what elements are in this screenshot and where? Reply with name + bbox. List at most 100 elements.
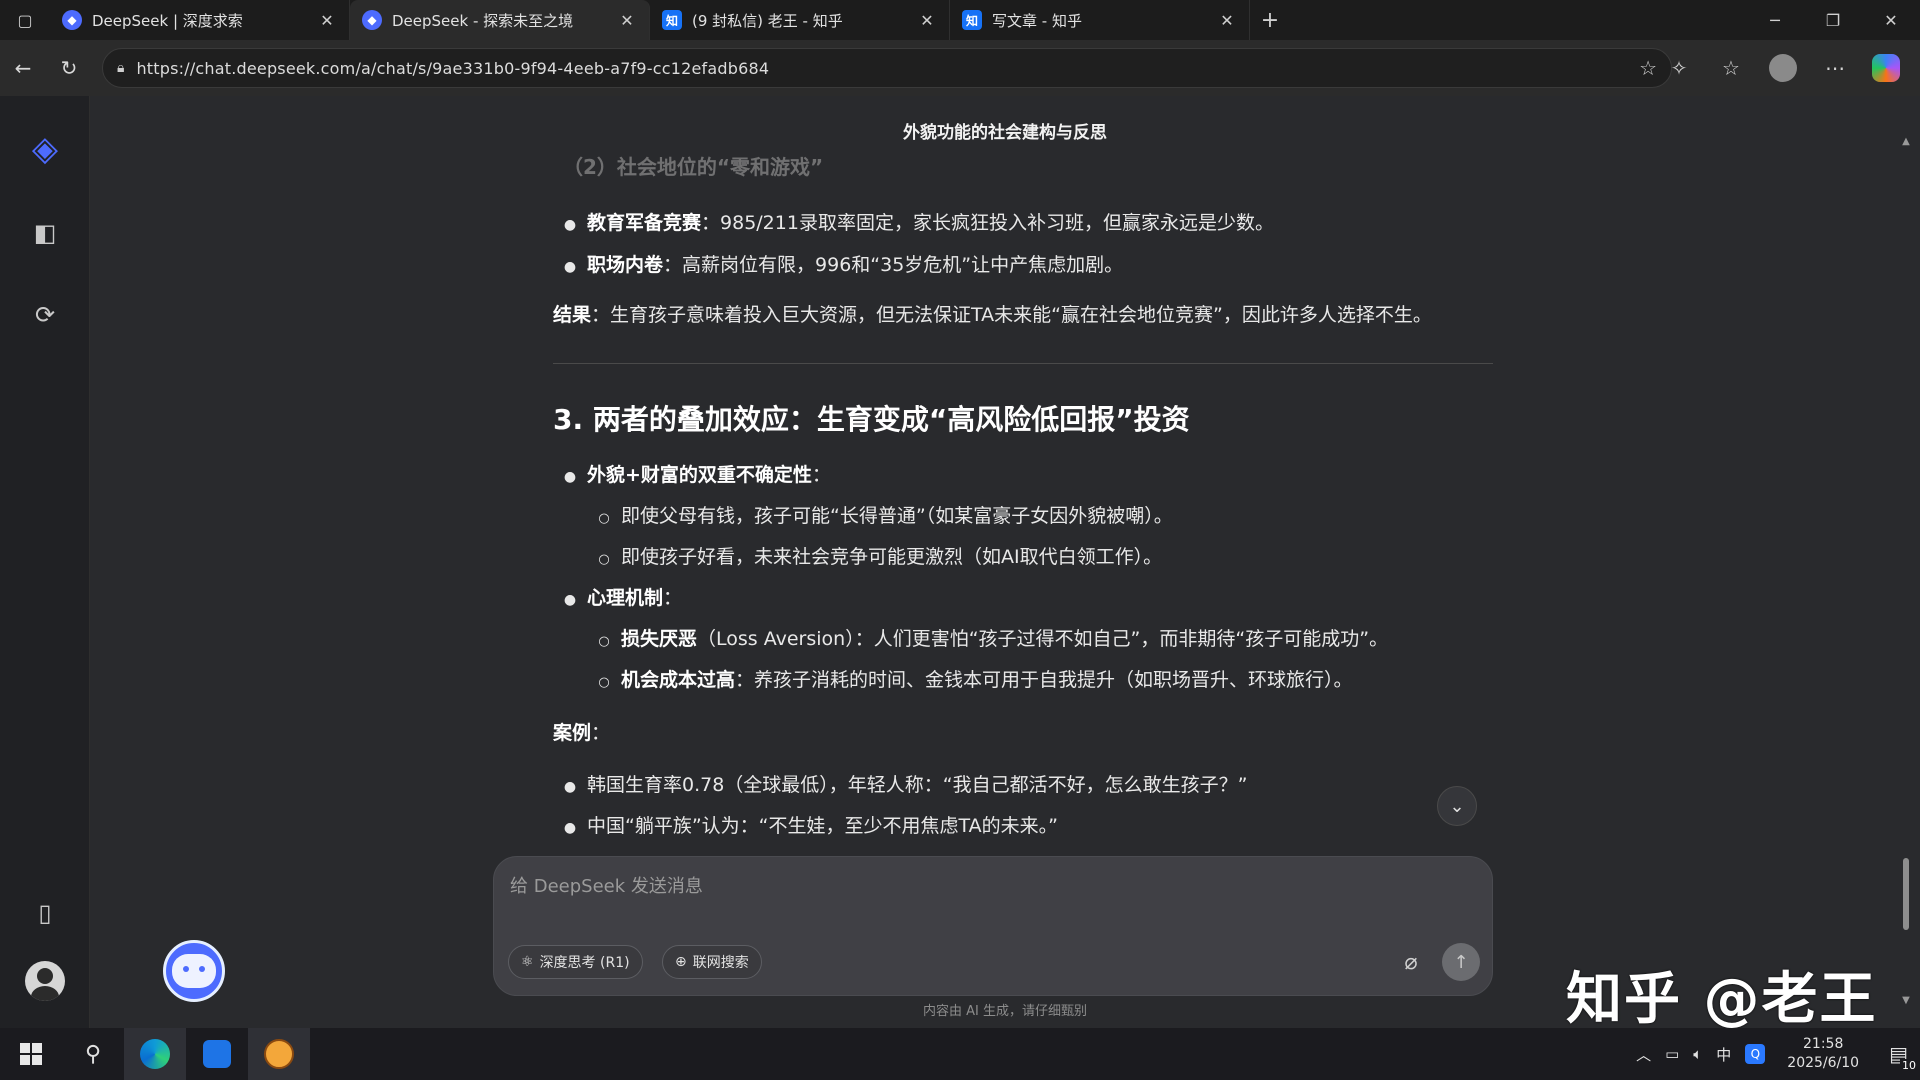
favorites-icon[interactable]: ☆ [1708, 46, 1754, 90]
copilot-icon[interactable] [1872, 54, 1900, 82]
bullet-text: 韩国生育率0.78（全球最低），年轻人称：“我自己都活不好，怎么敢生孩子？” [587, 774, 1248, 796]
tab-label: 写文章 - 知乎 [992, 11, 1082, 30]
bullet-dot: ● [563, 469, 577, 485]
tab-deepseek-chat[interactable]: ◆ DeepSeek - 探索未至之境 ✕ [350, 0, 650, 40]
scroll-up-icon[interactable]: ▲ [1898, 136, 1914, 147]
lock-icon[interactable]: 🔒︎ [117, 60, 124, 76]
bullet-dot: ● [563, 820, 577, 836]
sub-list-item: ○ 即使孩子好看，未来社会竞争可能更激烈（如AI取代白领工作）。 [587, 544, 1162, 573]
bullet-text: 中国“躺平族”认为：“不生娃，至少不用焦虑TA的未来。” [587, 815, 1059, 837]
restore-icon[interactable]: ❐ [1804, 0, 1862, 40]
favorite-star-icon[interactable]: ☆ [1639, 56, 1657, 80]
ime-indicator[interactable]: 中 [1716, 1044, 1731, 1065]
back-icon[interactable]: ← [0, 45, 46, 91]
bullet-text: （Loss Aversion）：人们更害怕“孩子过得不如自己”，而非期待“孩子可… [697, 628, 1389, 650]
sub-list-item: ○ 损失厌恶（Loss Aversion）：人们更害怕“孩子过得不如自己”，而非… [587, 626, 1388, 655]
case-bold: 案例 [553, 722, 592, 744]
deepseek-icon: ◆ [362, 10, 382, 30]
close-window-icon[interactable]: ✕ [1862, 0, 1920, 40]
close-icon[interactable]: ✕ [1217, 10, 1237, 30]
tab-label: (9 封私信) 老王 - 知乎 [692, 11, 843, 30]
close-icon[interactable]: ✕ [917, 10, 937, 30]
system-tray: ︿ ▭ 🔈︎ 中 Q 21:58 2025/6/10 ▤ 10 [1636, 1028, 1920, 1080]
partial-heading: （2）社会地位的“零和游戏” [563, 155, 824, 179]
list-item: ● 心理机制： [553, 585, 682, 614]
attach-icon[interactable]: ⌀ [1394, 945, 1428, 979]
robot-face-icon [172, 954, 216, 988]
list-item: ● 教育军备竞赛：985/211录取率固定，家长疯狂投入补习班，但赢家永远是少数… [553, 210, 1274, 239]
bullet-bold: 职场内卷 [587, 254, 664, 276]
bullet-bold: 外貌+财富的双重不确定性 [587, 464, 812, 486]
app2-taskbar-button[interactable] [248, 1028, 310, 1080]
scrollbar-thumb[interactable] [1903, 858, 1909, 930]
bullet-text: ：高薪岗位有限，996和“35岁危机”让中产焦虑加剧。 [663, 254, 1124, 276]
globe-icon: ⊕ [675, 954, 687, 970]
address-bar[interactable]: 🔒︎ https://chat.deepseek.com/a/chat/s/9a… [102, 48, 1672, 88]
chevron-up-icon[interactable]: ︿ [1636, 1044, 1651, 1065]
deep-think-label: 深度思考 (R1) [539, 955, 630, 971]
url-text[interactable]: https://chat.deepseek.com/a/chat/s/9ae33… [136, 59, 1627, 78]
deepseek-logo-icon[interactable]: ◈ [22, 126, 68, 172]
more-icon[interactable]: ⋯ [1812, 46, 1858, 90]
browser-toolbar: ← ↻ 🔒︎ https://chat.deepseek.com/a/chat/… [0, 40, 1920, 96]
chevron-down-icon: ⌄ [1449, 795, 1465, 817]
minimize-icon[interactable]: ─ [1746, 0, 1804, 40]
scroll-down-icon[interactable]: ▼ [1898, 995, 1914, 1006]
new-chat-icon[interactable]: ⟳ [22, 292, 68, 338]
bullet-dot: ● [563, 592, 577, 608]
qq-icon[interactable]: Q [1745, 1044, 1766, 1064]
bullet-bold: 损失厌恶 [621, 628, 698, 650]
new-tab-icon[interactable]: + [1250, 0, 1290, 40]
user-avatar-icon[interactable] [22, 958, 68, 1004]
message-input[interactable] [510, 871, 1410, 901]
extensions-icon[interactable]: ✧ [1656, 46, 1702, 90]
bullet-dot: ● [563, 779, 577, 795]
sidebar: ◈ ◧ ⟳ ▯ [0, 96, 90, 1028]
profile-avatar-icon[interactable] [1769, 54, 1797, 82]
list-item: ● 外貌+财富的双重不确定性： [553, 462, 831, 491]
tab-zhihu-write[interactable]: 知 写文章 - 知乎 ✕ [950, 0, 1250, 40]
bullet-circle: ○ [598, 552, 610, 567]
chat-message: （2）社会地位的“零和游戏” ● 教育军备竞赛：985/211录取率固定，家长疯… [553, 152, 1493, 952]
bullet-text: ：养孩子消耗的时间、金钱本可用于自我提升（如职场晋升、环球旅行）。 [735, 669, 1353, 691]
tab-actions-icon[interactable]: ▢ [0, 0, 50, 40]
network-icon[interactable]: ▭ [1665, 1045, 1679, 1063]
deep-think-button[interactable]: ⚛ 深度思考 (R1) [508, 945, 643, 979]
result-bold: 结果 [553, 304, 592, 326]
bullet-text: 即使父母有钱，孩子可能“长得普通”（如某富豪子女因外貌被嘲）。 [621, 505, 1173, 527]
assistant-float-button[interactable] [163, 940, 225, 1002]
bullet-circle: ○ [598, 634, 610, 649]
search-icon[interactable]: ⚲ [62, 1028, 124, 1080]
close-icon[interactable]: ✕ [317, 10, 337, 30]
list-item: ● 中国“躺平族”认为：“不生娃，至少不用焦虑TA的未来。” [553, 813, 1058, 842]
send-button[interactable]: ↑ [1442, 943, 1480, 981]
section-heading: 3. 两者的叠加效应：生育变成“高风险低回报”投资 [553, 403, 1190, 436]
mobile-app-icon[interactable]: ▯ [22, 890, 68, 936]
edge-icon [140, 1039, 170, 1069]
result-paragraph: 结果：生育孩子意味着投入巨大资源，但无法保证TA未来能“赢在社会地位竞赛”，因此… [553, 302, 1432, 329]
clock[interactable]: 21:58 2025/6/10 [1787, 1035, 1859, 1073]
page-scrollbar[interactable]: ▲ ▼ [1898, 136, 1914, 1006]
tab-zhihu-messages[interactable]: 知 (9 封私信) 老王 - 知乎 ✕ [650, 0, 950, 40]
start-button[interactable] [0, 1028, 62, 1080]
zhihu-icon: 知 [662, 10, 682, 30]
app-taskbar-button[interactable] [186, 1028, 248, 1080]
deepseek-page: ◈ ◧ ⟳ ▯ 外貌功能的社会建构与反思 （2）社会地位的“零和游戏” ● 教育… [0, 96, 1920, 1032]
bullet-circle: ○ [598, 675, 610, 690]
refresh-icon[interactable]: ↻ [46, 45, 92, 91]
window-controls: ─ ❐ ✕ [1746, 0, 1920, 40]
close-icon[interactable]: ✕ [617, 10, 637, 30]
edge-taskbar-button[interactable] [124, 1028, 186, 1080]
open-sidebar-icon[interactable]: ◧ [22, 210, 68, 256]
message-composer: ⚛ 深度思考 (R1) ⊕ 联网搜索 ⌀ ↑ [493, 856, 1493, 996]
case-label: 案例： [553, 720, 610, 747]
zhihu-icon: 知 [962, 10, 982, 30]
bullet-bold: 机会成本过高 [621, 669, 736, 691]
scroll-to-bottom-button[interactable]: ⌄ [1437, 786, 1477, 826]
web-search-button[interactable]: ⊕ 联网搜索 [662, 945, 762, 979]
tab-strip: ▢ ◆ DeepSeek | 深度求索 ✕ ◆ DeepSeek - 探索未至之… [0, 0, 1920, 40]
bullet-text: ： [663, 587, 683, 609]
notification-icon[interactable]: ▤ 10 [1889, 1042, 1918, 1072]
tab-deepseek-home[interactable]: ◆ DeepSeek | 深度求索 ✕ [50, 0, 350, 40]
volume-icon[interactable]: 🔈︎ [1693, 1045, 1702, 1063]
